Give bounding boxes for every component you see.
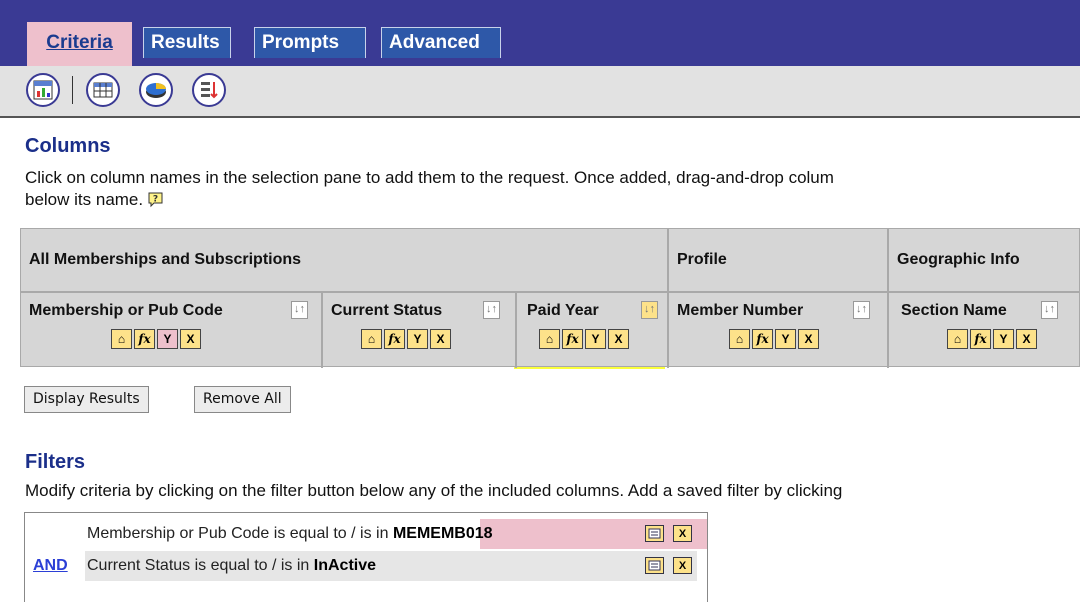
column-properties-icon[interactable]: ⌂ xyxy=(111,329,132,349)
filter-text[interactable]: Current Status is equal to / is in InAct… xyxy=(87,551,376,581)
tab-criteria-label: Criteria xyxy=(46,32,113,53)
group-header-all-memberships: All Memberships and Subscriptions xyxy=(29,251,302,268)
column-action-icons: ⌂ fx Y X xyxy=(539,329,629,349)
formula-icon[interactable]: fx xyxy=(134,329,155,349)
columns-heading: Columns xyxy=(25,135,111,157)
column-section-name[interactable]: Section Name ↓↑ ⌂ fx Y X xyxy=(889,292,1079,367)
tab-advanced[interactable]: Advanced xyxy=(381,27,501,58)
sort-icon[interactable]: ↓↑ xyxy=(641,301,658,319)
svg-text:?: ? xyxy=(153,195,158,205)
delete-icon[interactable]: X xyxy=(1016,329,1037,349)
column-action-icons: ⌂ fx Y X xyxy=(947,329,1037,349)
pie-chart-icon[interactable] xyxy=(139,73,173,107)
filter-value: MEMEMB018 xyxy=(392,525,493,542)
column-properties-icon[interactable]: ⌂ xyxy=(729,329,750,349)
formula-icon[interactable]: fx xyxy=(384,329,405,349)
sort-icon[interactable]: ↓↑ xyxy=(853,301,870,319)
column-label[interactable]: Membership or Pub Code xyxy=(29,302,223,320)
filter-icon[interactable]: Y xyxy=(775,329,796,349)
filters-heading: Filters xyxy=(25,451,86,473)
delete-filter-icon[interactable]: X xyxy=(673,557,692,574)
toolbar xyxy=(0,66,1080,118)
filter-icon[interactable]: Y xyxy=(157,329,178,349)
sort-order-icon[interactable] xyxy=(192,73,226,107)
tab-advanced-label: Advanced xyxy=(389,32,480,53)
column-action-icons: ⌂ fx Y X xyxy=(729,329,819,349)
column-member-number[interactable]: Member Number ↓↑ ⌂ fx Y X xyxy=(669,292,887,367)
filter-text[interactable]: Membership or Pub Code is equal to / is … xyxy=(87,519,493,549)
column-label[interactable]: Current Status xyxy=(331,302,442,320)
formula-icon[interactable]: fx xyxy=(562,329,583,349)
filter-condition: Membership or Pub Code is equal to / is … xyxy=(87,525,389,542)
columns-description: Click on column names in the selection p… xyxy=(25,167,834,214)
column-label[interactable]: Member Number xyxy=(677,302,803,320)
chart-report-icon[interactable] xyxy=(26,73,60,107)
filters-description: Modify criteria by clicking on the filte… xyxy=(25,481,843,500)
help-icon[interactable]: ? xyxy=(147,191,164,214)
table-view-icon[interactable] xyxy=(86,73,120,107)
group-header-profile: Profile xyxy=(677,251,727,268)
formula-icon[interactable]: fx xyxy=(752,329,773,349)
tab-bar: Criteria Results Prompts Advanced xyxy=(0,0,1080,66)
column-properties-icon[interactable]: ⌂ xyxy=(361,329,382,349)
edit-filter-icon[interactable] xyxy=(645,557,664,574)
remove-all-button[interactable]: Remove All xyxy=(194,386,291,413)
delete-filter-icon[interactable]: X xyxy=(673,525,692,542)
column-label[interactable]: Section Name xyxy=(901,302,1007,320)
filter-row[interactable]: Membership or Pub Code is equal to / is … xyxy=(25,519,707,549)
column-properties-icon[interactable]: ⌂ xyxy=(539,329,560,349)
group-header-geographic-info: Geographic Info xyxy=(897,251,1020,268)
filters-list: Membership or Pub Code is equal to / is … xyxy=(24,512,708,602)
delete-icon[interactable]: X xyxy=(180,329,201,349)
columns-description-line1: Click on column names in the selection p… xyxy=(25,168,834,187)
column-action-icons: ⌂ fx Y X xyxy=(361,329,451,349)
filter-icon[interactable]: Y xyxy=(585,329,606,349)
filter-row[interactable]: AND Current Status is equal to / is in I… xyxy=(25,551,707,581)
columns-description-line2: below its name. xyxy=(25,190,144,209)
column-membership-or-pub-code[interactable]: Membership or Pub Code ↓↑ ⌂ fx Y X xyxy=(21,292,321,367)
filter-icon[interactable]: Y xyxy=(407,329,428,349)
tab-prompts-label: Prompts xyxy=(262,32,340,53)
sort-icon[interactable]: ↓↑ xyxy=(1041,301,1058,319)
sort-icon[interactable]: ↓↑ xyxy=(483,301,500,319)
delete-icon[interactable]: X xyxy=(430,329,451,349)
tab-criteria[interactable]: Criteria xyxy=(27,22,132,66)
filter-icon[interactable]: Y xyxy=(993,329,1014,349)
tab-prompts[interactable]: Prompts xyxy=(254,27,366,58)
criteria-columns-table: All Memberships and Subscriptions Profil… xyxy=(20,228,1080,368)
tab-results[interactable]: Results xyxy=(143,27,231,58)
display-results-button[interactable]: Display Results xyxy=(24,386,149,413)
delete-icon[interactable]: X xyxy=(798,329,819,349)
and-operator-link[interactable]: AND xyxy=(33,551,68,581)
filter-value: InActive xyxy=(313,557,377,574)
column-label[interactable]: Paid Year xyxy=(527,302,599,320)
tab-results-label: Results xyxy=(151,32,220,53)
sort-icon[interactable]: ↓↑ xyxy=(291,301,308,319)
formula-icon[interactable]: fx xyxy=(970,329,991,349)
column-action-icons: ⌂ fx Y X xyxy=(111,329,201,349)
delete-icon[interactable]: X xyxy=(608,329,629,349)
column-paid-year[interactable]: Paid Year ↓↑ ⌂ fx Y X xyxy=(517,292,667,367)
column-properties-icon[interactable]: ⌂ xyxy=(947,329,968,349)
column-current-status[interactable]: Current Status ↓↑ ⌂ fx Y X xyxy=(323,292,515,367)
edit-filter-icon[interactable] xyxy=(645,525,664,542)
columns-description-line2-wrap: below its name.? xyxy=(25,189,834,214)
filter-condition: Current Status is equal to / is in xyxy=(87,557,310,574)
toolbar-separator xyxy=(72,76,73,104)
